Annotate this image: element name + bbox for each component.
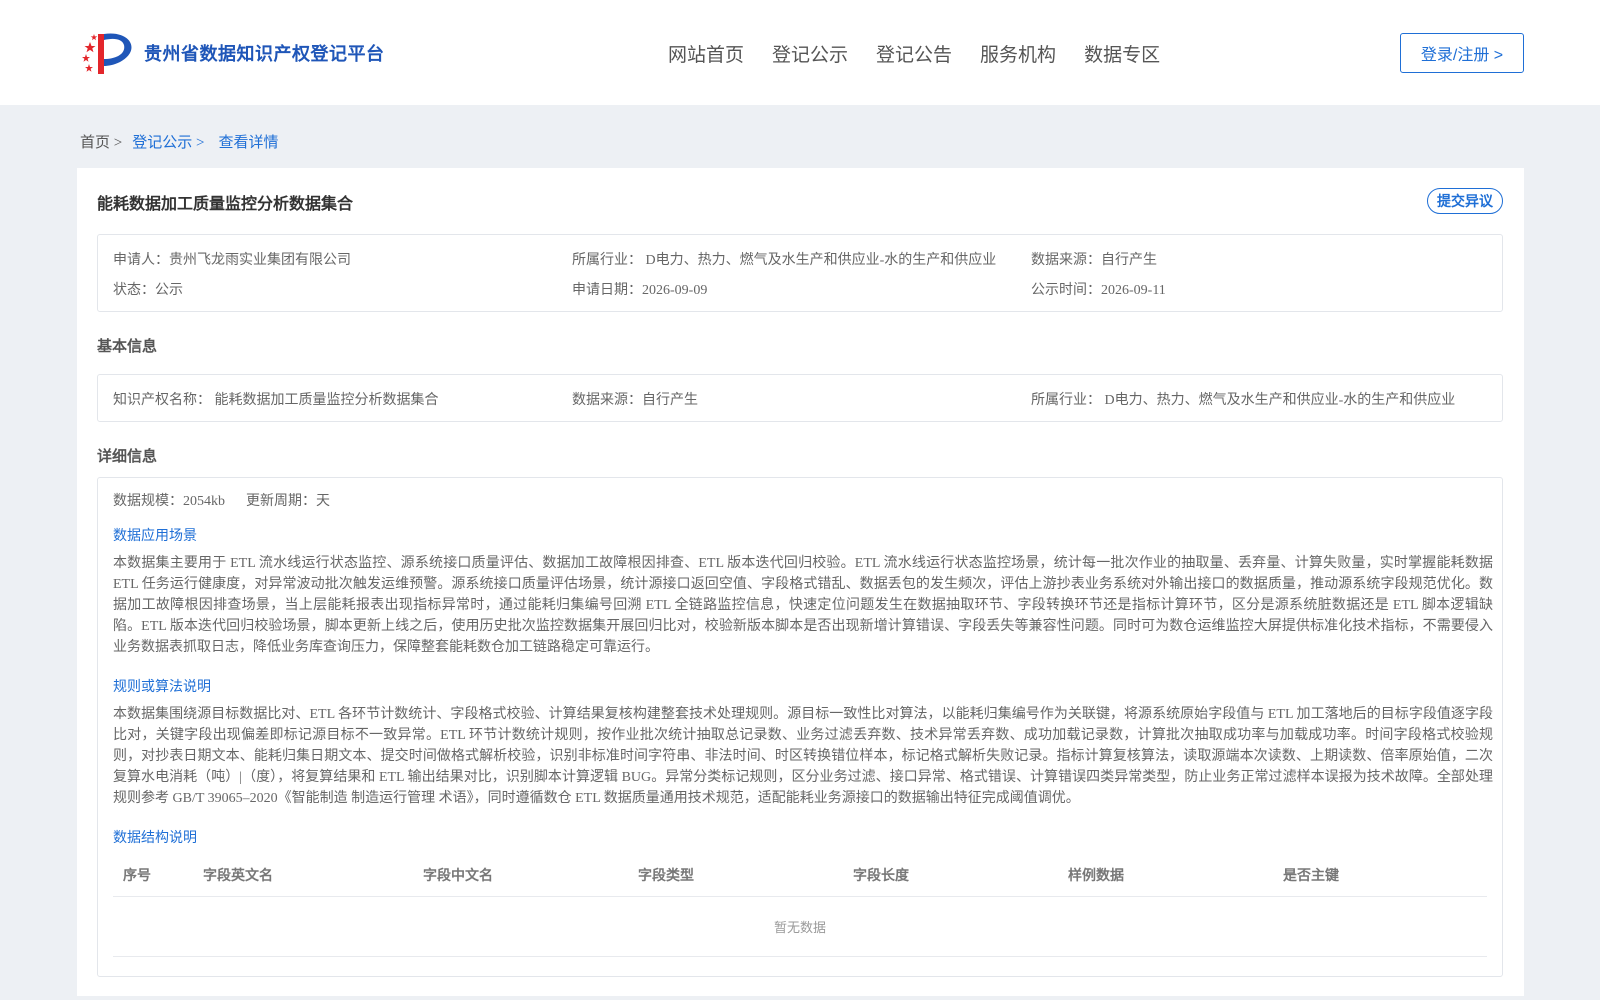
detail-info-heading: 详细信息 — [97, 448, 158, 465]
breadcrumb: 首页 > 登记公示 > 查看详情 — [80, 131, 288, 152]
col-chinese-name: 字段中文名 — [423, 867, 493, 883]
basic-data-source: 数据来源：自行产生 — [572, 393, 698, 408]
structure-heading: 数据结构说明 — [113, 831, 197, 846]
breadcrumb-current: 查看详情 — [218, 135, 279, 151]
col-index: 序号 — [123, 867, 151, 883]
submit-objection-button[interactable]: 提交异议 — [1427, 188, 1503, 214]
empty-table-message: 暂无数据 — [113, 898, 1487, 957]
logo-icon — [80, 28, 138, 78]
basic-info-heading: 基本信息 — [97, 338, 158, 355]
rules-text: 本数据集围绕源目标数据比对、ETL 各环节计数统计、字段格式校验、计算结果复核构… — [113, 707, 1493, 806]
detail-info-box: 数据规模：2054kb 更新周期：天 数据应用场景 本数据集主要用于 ETL 流… — [97, 477, 1503, 977]
site-header: 贵州省数据知识产权登记平台 网站首页 登记公示 登记公告 服务机构 数据专区 登… — [0, 0, 1600, 105]
nav-registration-publicity[interactable]: 登记公示 — [772, 40, 848, 67]
breadcrumb-home[interactable]: 首页 > — [80, 131, 122, 152]
ip-name: 知识产权名称： 能耗数据加工质量监控分析数据集合 — [113, 393, 439, 408]
data-scale: 数据规模：2054kb — [113, 494, 225, 509]
status: 状态：公示 — [113, 283, 183, 298]
col-english-name: 字段英文名 — [203, 867, 273, 883]
site-logo[interactable]: 贵州省数据知识产权登记平台 — [80, 28, 385, 78]
applicant: 申请人：贵州飞龙雨实业集团有限公司 — [113, 253, 351, 268]
nav-registration-announcement[interactable]: 登记公告 — [876, 40, 952, 67]
scenario-text: 本数据集主要用于 ETL 流水线运行状态监控、源系统接口质量评估、数据加工故障根… — [113, 556, 1493, 655]
page-title: 能耗数据加工质量监控分析数据集合 — [97, 196, 354, 213]
apply-date: 申请日期：2026-09-09 — [572, 283, 708, 298]
data-source: 数据来源：自行产生 — [1031, 253, 1157, 268]
nav-service-agencies[interactable]: 服务机构 — [980, 40, 1056, 67]
nav-home[interactable]: 网站首页 — [668, 40, 744, 67]
scenario-heading: 数据应用场景 — [113, 529, 197, 544]
detail-card: 能耗数据加工质量监控分析数据集合 提交异议 申请人：贵州飞龙雨实业集团有限公司 … — [77, 168, 1524, 996]
login-register-button[interactable]: 登录/注册 > — [1400, 33, 1524, 73]
meta-info-box: 申请人：贵州飞龙雨实业集团有限公司 所属行业： D电力、热力、燃气及水生产和供应… — [97, 234, 1503, 312]
basic-industry: 所属行业： D电力、热力、燃气及水生产和供应业-水的生产和供应业 — [1031, 393, 1456, 408]
col-primary-key: 是否主键 — [1283, 867, 1339, 883]
nav-data-zone[interactable]: 数据专区 — [1084, 40, 1160, 67]
main-nav: 网站首页 登记公示 登记公告 服务机构 数据专区 — [668, 40, 1188, 67]
col-length: 字段长度 — [853, 867, 909, 883]
update-cycle: 更新周期：天 — [246, 494, 330, 509]
industry: 所属行业： D电力、热力、燃气及水生产和供应业-水的生产和供应业 — [572, 253, 997, 268]
col-type: 字段类型 — [638, 867, 694, 883]
structure-table-header: 序号 字段英文名 字段中文名 字段类型 字段长度 样例数据 是否主键 — [113, 851, 1487, 897]
rules-heading: 规则或算法说明 — [113, 680, 211, 695]
site-title: 贵州省数据知识产权登记平台 — [144, 44, 385, 64]
publish-date: 公示时间：2026-09-11 — [1031, 283, 1166, 298]
col-sample: 样例数据 — [1068, 867, 1124, 883]
breadcrumb-section[interactable]: 登记公示 > — [132, 131, 204, 152]
basic-info-box: 知识产权名称： 能耗数据加工质量监控分析数据集合 数据来源：自行产生 所属行业：… — [97, 374, 1503, 422]
